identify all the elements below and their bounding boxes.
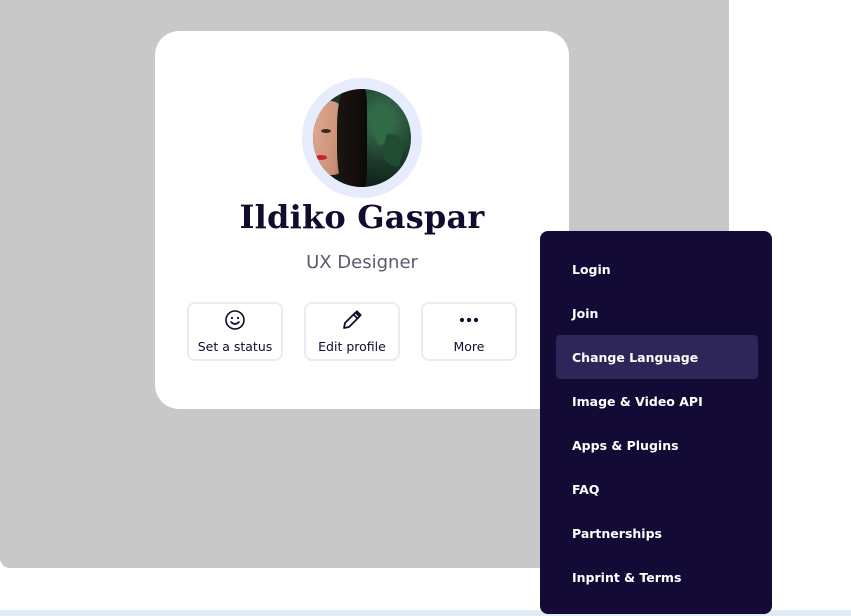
more-label: More bbox=[453, 339, 485, 354]
menu-item-inprint-terms[interactable]: Inprint & Terms bbox=[556, 555, 758, 599]
set-status-button[interactable]: Set a status bbox=[187, 302, 283, 361]
avatar-ring bbox=[302, 78, 422, 198]
menu-item-join[interactable]: Join bbox=[556, 291, 758, 335]
profile-name: Ildiko Gaspar bbox=[239, 198, 485, 236]
menu-item-partnerships[interactable]: Partnerships bbox=[556, 511, 758, 555]
smiley-icon bbox=[225, 310, 245, 330]
menu-item-image-video-api[interactable]: Image & Video API bbox=[556, 379, 758, 423]
edit-profile-label: Edit profile bbox=[318, 339, 386, 354]
menu-item-change-language[interactable]: Change Language bbox=[556, 335, 758, 379]
profile-card: Ildiko Gaspar UX Designer Set a status E… bbox=[155, 31, 569, 409]
pencil-icon bbox=[343, 310, 362, 329]
profile-actions: Set a status Edit profile More bbox=[187, 302, 517, 361]
dropdown-menu: Login Join Change Language Image & Video… bbox=[540, 231, 772, 614]
set-status-label: Set a status bbox=[197, 339, 273, 354]
more-button[interactable]: More bbox=[421, 302, 517, 361]
menu-item-login[interactable]: Login bbox=[556, 247, 758, 291]
menu-item-apps-plugins[interactable]: Apps & Plugins bbox=[556, 423, 758, 467]
edit-profile-button[interactable]: Edit profile bbox=[304, 302, 400, 361]
more-dots-icon bbox=[459, 317, 479, 323]
avatar bbox=[313, 89, 411, 187]
menu-item-faq[interactable]: FAQ bbox=[556, 467, 758, 511]
profile-role: UX Designer bbox=[306, 252, 418, 273]
